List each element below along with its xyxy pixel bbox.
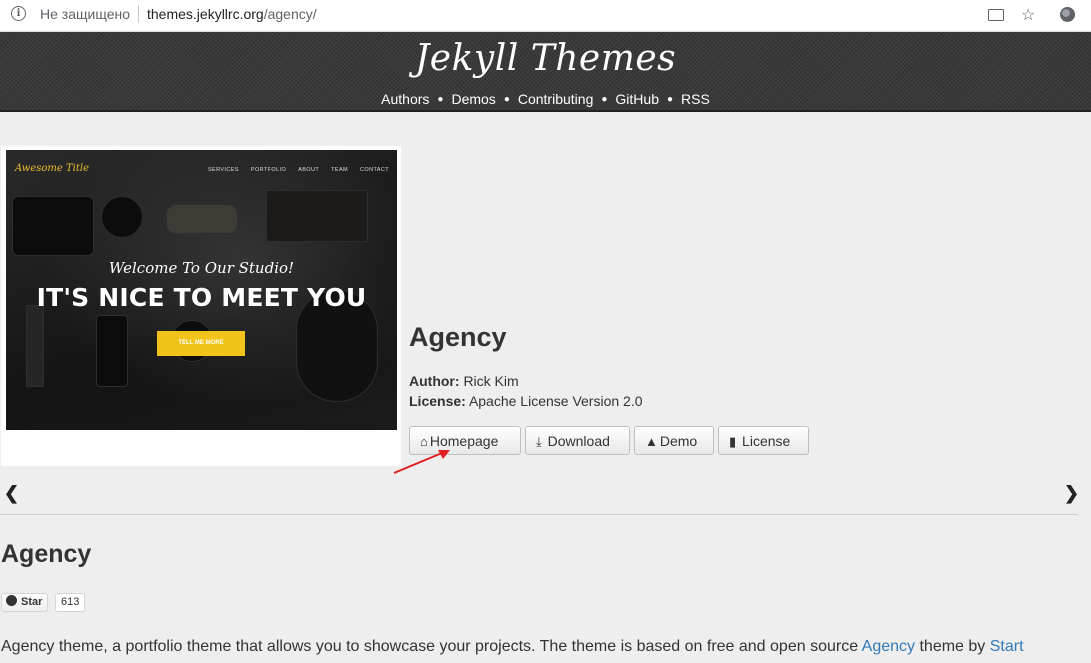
nav-github[interactable]: GitHub — [615, 91, 659, 107]
nav-authors[interactable]: Authors — [381, 91, 429, 107]
github-icon — [6, 595, 17, 606]
preview-welcome: Welcome To Our Studio! — [108, 259, 295, 277]
theme-license: License: Apache License Version 2.0 — [409, 393, 643, 409]
wallet-image — [12, 196, 94, 256]
site-header: Jekyll Themes Authors ● Demos ● Contributing… — [0, 32, 1091, 112]
theme-description: Agency theme, a portfolio theme that all… — [1, 638, 1024, 655]
site-brand[interactable]: Jekyll Themes — [0, 38, 1091, 79]
site-nav: Authors ● Demos ● Contributing ● GitHub ● RSS — [381, 91, 710, 107]
theme-preview[interactable]: Awesome Title SERVICES PORTFOLIO ABOUT TEAM… — [1, 146, 401, 466]
phone-image — [96, 315, 128, 387]
annotation-arrow — [393, 450, 450, 474]
theme-title: Agency — [409, 322, 507, 352]
info-icon[interactable]: i — [11, 6, 26, 21]
nav-rss[interactable]: RSS — [681, 91, 710, 107]
notebook-image — [266, 190, 368, 242]
demo-button[interactable]: ▲ Demo — [634, 426, 714, 455]
github-star-count[interactable]: 613 — [55, 593, 86, 612]
url-text[interactable]: themes.jekyllrc.org/agency/ — [147, 6, 317, 22]
download-icon: ⤓ — [536, 434, 542, 449]
translate-icon[interactable] — [1060, 7, 1075, 22]
license-button[interactable]: ▮ License — [718, 426, 809, 455]
chevron-left-icon[interactable]: ❮ — [4, 483, 19, 504]
nav-demos[interactable]: Demos — [451, 91, 495, 107]
divider — [138, 5, 139, 23]
glasses-image — [101, 196, 143, 238]
section-title: Agency — [1, 540, 92, 568]
preview-menu: SERVICES PORTFOLIO ABOUT TEAM CONTACT — [207, 167, 389, 173]
start-link[interactable]: Start — [990, 638, 1024, 655]
bowtie-image — [166, 204, 238, 234]
preview-screenshot: Awesome Title SERVICES PORTFOLIO ABOUT TEAM… — [6, 150, 397, 430]
github-star-button[interactable]: Star — [1, 593, 49, 612]
preview-headline: IT'S NICE TO MEET YOU — [36, 283, 367, 312]
preview-site-title: Awesome Title — [15, 163, 89, 174]
agency-link[interactable]: Agency — [862, 638, 915, 655]
license-name: Apache License Version 2.0 — [468, 393, 643, 409]
chevron-right-icon[interactable]: ❯ — [1064, 483, 1079, 504]
road-icon: ▲ — [645, 434, 658, 449]
knife-image — [26, 305, 44, 387]
cast-icon[interactable] — [988, 9, 1004, 21]
author-name: Rick Kim — [463, 373, 519, 389]
nav-contributing[interactable]: Contributing — [518, 91, 594, 107]
theme-author: Author: Rick Kim — [409, 373, 519, 389]
star-icon[interactable]: ☆ — [1021, 5, 1035, 25]
divider — [0, 514, 1078, 515]
file-icon: ▮ — [729, 434, 737, 449]
browser-address-bar[interactable]: i Не защищено themes.jekyllrc.org/agency… — [0, 0, 1091, 32]
security-status: Не защищено — [40, 6, 130, 22]
preview-cta: TELL ME MORE — [157, 331, 245, 356]
download-button[interactable]: ⤓ Download — [525, 426, 630, 455]
